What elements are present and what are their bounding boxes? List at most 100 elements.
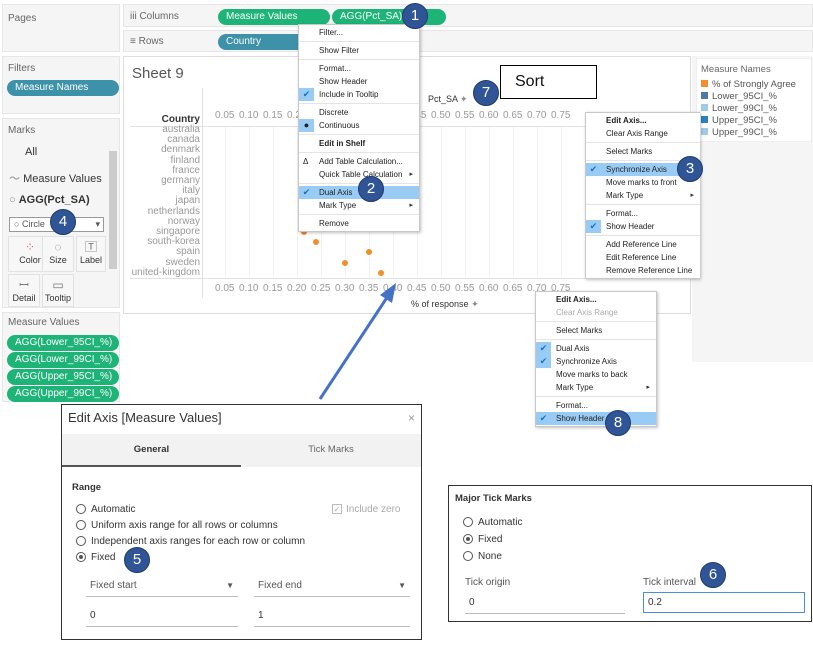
radio-automatic[interactable]: Automatic <box>76 502 305 518</box>
column-pill-pct-sa[interactable]: AGG(Pct_SA) <box>332 9 446 25</box>
legend-label: Upper_95CI_% <box>712 115 777 126</box>
measure-pill[interactable]: AGG(Lower_95CI_%) <box>7 335 119 351</box>
menu-item-remove[interactable]: Remove <box>299 217 419 230</box>
sort-callout: Sort <box>500 65 597 99</box>
tick-interval-label: Tick interval <box>643 577 696 588</box>
include-zero-checkbox[interactable]: ✓ Include zero <box>332 502 400 518</box>
legend-label: Upper_99CI_% <box>712 127 777 138</box>
menu-item-dual-axis[interactable]: ✔ Dual Axis <box>536 342 656 355</box>
tooltip-icon: ▭ <box>52 278 64 292</box>
tooltip-button[interactable]: ▭ Tooltip <box>42 274 74 307</box>
detail-button[interactable]: ꟷ Detail <box>8 274 40 307</box>
tab-tick-marks[interactable]: Tick Marks <box>241 434 421 467</box>
menu-item-select-marks[interactable]: Select Marks <box>586 145 700 158</box>
step-badge-6: 6 <box>700 562 726 588</box>
dialog-tabs: General Tick Marks <box>62 434 421 467</box>
menu-item-format[interactable]: Format... <box>536 399 656 412</box>
menu-item-show-header[interactable]: ✔ Show Header <box>536 412 656 425</box>
menu-item-continuous[interactable]: ● Continuous <box>299 119 419 132</box>
size-button[interactable]: ◌ Size <box>42 236 74 272</box>
marks-tab-all[interactable]: All <box>25 146 37 158</box>
menu-item-show-header[interactable]: Show Header <box>299 75 419 88</box>
menu-item-format[interactable]: Format... <box>586 207 700 220</box>
close-icon[interactable]: × <box>408 411 415 425</box>
data-point-sweden[interactable] <box>342 259 348 266</box>
gridline <box>561 127 562 277</box>
menu-item-edit-axis[interactable]: Edit Axis... <box>586 114 700 127</box>
menu-item-filter[interactable]: Filter... <box>299 26 419 39</box>
menu-item-discrete[interactable]: Discrete <box>299 106 419 119</box>
menu-label: Edit in Shelf <box>319 139 366 148</box>
menu-item-clear-axis-range[interactable]: Clear Axis Range <box>586 127 700 140</box>
top-axis-tick: 0.05 <box>215 110 235 121</box>
radio-tick-automatic[interactable]: Automatic <box>463 515 522 532</box>
marks-tab-pct-sa[interactable]: ○ AGG(Pct_SA) <box>9 194 90 206</box>
columns-label: iii Columns <box>130 11 179 22</box>
tick-origin-input[interactable]: 0 <box>465 592 625 614</box>
marks-tab-label: AGG(Pct_SA) <box>18 194 90 206</box>
menu-item-edit-reference-line[interactable]: Edit Reference Line <box>586 251 700 264</box>
bottom-axis-title[interactable]: % of response ✦ <box>411 299 479 310</box>
gridline <box>489 127 490 277</box>
menu-item-add-table-calculation[interactable]: Δ Add Table Calculation... <box>299 155 419 168</box>
menu-item-mark-type[interactable]: Mark Type <box>586 189 700 202</box>
step-badge-8: 8 <box>605 410 631 436</box>
radio-icon <box>463 517 473 528</box>
filters-label: Filters <box>8 63 36 74</box>
measure-pill[interactable]: AGG(Upper_99CI_%) <box>7 386 119 402</box>
country-label-united-kingdom[interactable]: united-kingdom <box>110 267 200 278</box>
top-axis-title[interactable]: Pct_SA ✦ <box>428 94 468 105</box>
legend-item[interactable]: Lower_95CI_% <box>701 91 807 103</box>
radio-uniform-range[interactable]: Uniform axis range for all rows or colum… <box>76 518 305 534</box>
delta-icon: Δ <box>303 157 309 166</box>
menu-item-remove-reference-line[interactable]: Remove Reference Line <box>586 264 700 277</box>
column-pill-measure-values[interactable]: Measure Values <box>218 9 330 25</box>
pin-icon: ✦ <box>460 94 468 104</box>
menu-item-format[interactable]: Format... <box>299 62 419 75</box>
menu-item-add-reference-line[interactable]: Add Reference Line <box>586 238 700 251</box>
menu-item-include-in-tooltip[interactable]: ✔ Include in Tooltip <box>299 88 419 101</box>
sheet-title: Sheet 9 <box>132 65 184 82</box>
tick-marks-panel: Major Tick Marks Automatic Fixed None Ti… <box>448 485 812 622</box>
radio-fixed[interactable]: Fixed <box>76 550 305 566</box>
measure-pill[interactable]: AGG(Upper_95CI_%) <box>7 369 119 385</box>
card-label: Color <box>19 255 41 265</box>
legend-item[interactable]: Upper_99CI_% <box>701 127 807 139</box>
filter-pill-measure-names[interactable]: Measure Names <box>7 80 119 96</box>
menu-item-show-filter[interactable]: Show Filter <box>299 44 419 57</box>
radio-icon <box>76 504 86 515</box>
menu-item-select-marks[interactable]: Select Marks <box>536 324 656 337</box>
radio-tick-none[interactable]: None <box>463 549 522 566</box>
legend-item[interactable]: Upper_95CI_% <box>701 115 807 127</box>
major-tick-marks-label: Major Tick Marks <box>455 493 532 504</box>
menu-item-move-marks-to-back[interactable]: Move marks to back <box>536 368 656 381</box>
menu-item-edit-axis[interactable]: Edit Axis... <box>536 293 656 306</box>
menu-item-mark-type[interactable]: Mark Type <box>536 381 656 394</box>
row-pill-country[interactable]: Country <box>218 34 308 50</box>
menu-item-quick-table-calculation[interactable]: Quick Table Calculation <box>299 168 419 181</box>
label-icon: 🅃 <box>84 240 97 254</box>
fixed-end-input[interactable]: 1 <box>254 605 410 627</box>
legend-item[interactable]: % of Strongly Agree <box>701 79 807 91</box>
rows-shelf[interactable]: ≡ Rows Country <box>123 30 813 52</box>
radio-tick-fixed[interactable]: Fixed <box>463 532 522 549</box>
marks-tab-measure-values[interactable]: 〜 Measure Values <box>9 170 102 186</box>
filters-shelf[interactable]: Filters Measure Names <box>2 56 120 114</box>
radio-independent-range[interactable]: Independent axis ranges for each row or … <box>76 534 305 550</box>
menu-item-show-header[interactable]: ✔ Show Header <box>586 220 700 233</box>
tab-general[interactable]: General <box>62 434 241 467</box>
fixed-start-input[interactable]: 0 <box>86 605 238 627</box>
fixed-start-dropdown[interactable]: Fixed start ▼ <box>86 575 238 597</box>
pages-shelf[interactable]: Pages <box>2 4 120 52</box>
label-button[interactable]: 🅃 Label <box>76 236 106 272</box>
legend-item[interactable]: Lower_99CI_% <box>701 103 807 115</box>
columns-shelf[interactable]: iii Columns Measure Values AGG(Pct_SA) <box>123 4 813 27</box>
menu-label: Synchronize Axis <box>606 165 667 174</box>
fixed-end-dropdown[interactable]: Fixed end ▼ <box>254 575 410 597</box>
menu-item-synchronize-axis[interactable]: ✔ Synchronize Axis <box>536 355 656 368</box>
menu-item-mark-type[interactable]: Mark Type <box>299 199 419 212</box>
measure-pill[interactable]: AGG(Lower_99CI_%) <box>7 352 119 368</box>
menu-item-edit-in-shelf[interactable]: Edit in Shelf <box>299 137 419 150</box>
tick-interval-input[interactable]: 0.2 <box>643 592 805 613</box>
menu-label: Edit Axis... <box>556 295 597 304</box>
